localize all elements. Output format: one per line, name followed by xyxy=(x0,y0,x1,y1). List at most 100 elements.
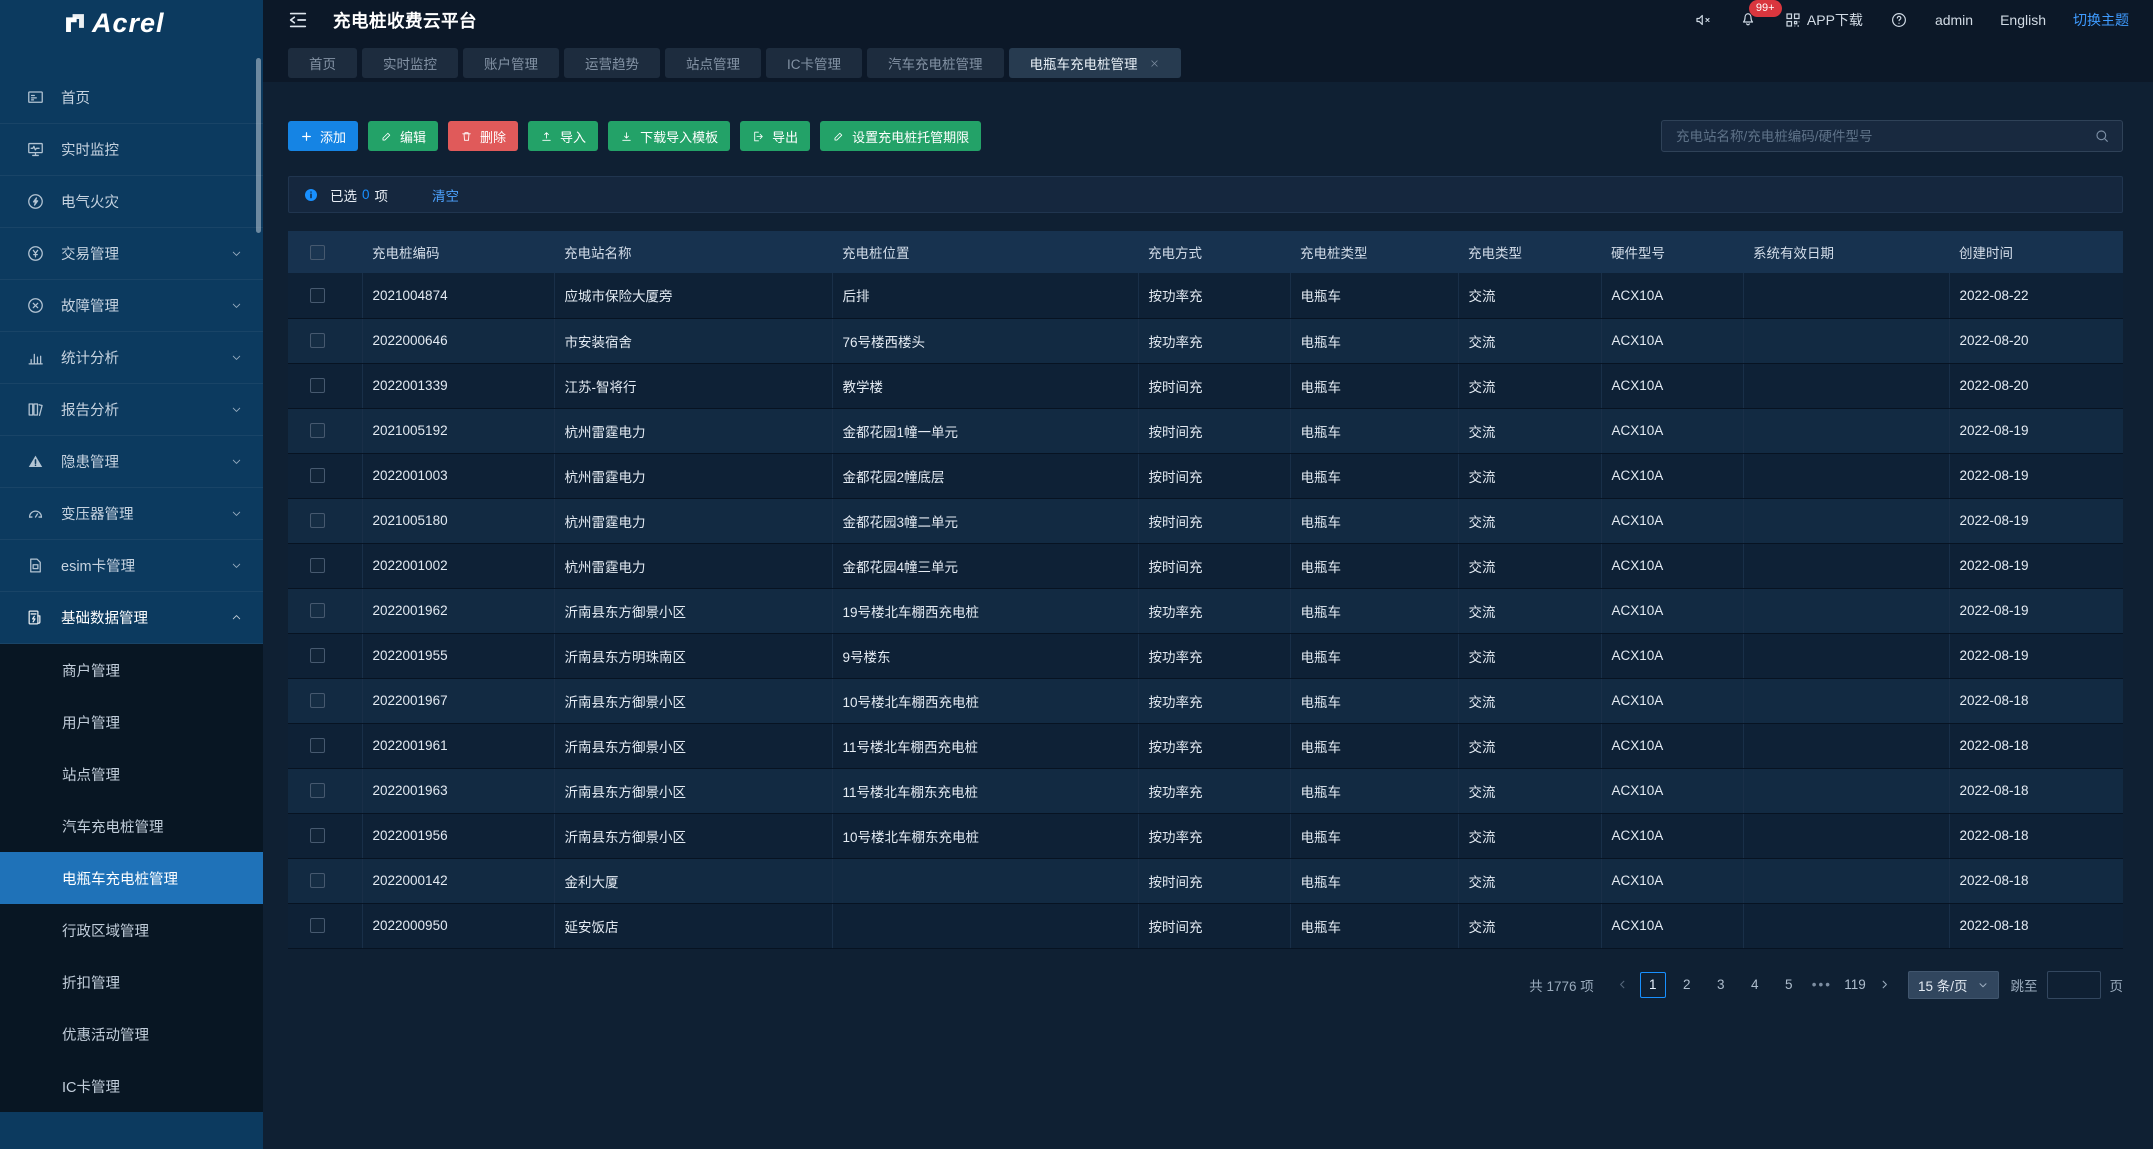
sidebar-item[interactable]: 交易管理 xyxy=(0,228,263,280)
button-label: 添加 xyxy=(320,127,346,146)
sidebar-subitem-label: 优惠活动管理 xyxy=(62,1024,149,1045)
delete-button[interactable]: 删除 xyxy=(448,121,518,151)
sidebar-item-label: 隐患管理 xyxy=(61,451,119,472)
table-cell: 2022001003 xyxy=(362,453,554,498)
tab[interactable]: 首页 xyxy=(288,48,357,78)
select-all-checkbox[interactable] xyxy=(310,245,325,260)
chevron-down-icon xyxy=(1977,979,1989,991)
tab[interactable]: IC卡管理 xyxy=(766,48,862,78)
language-switch[interactable]: English xyxy=(2000,12,2046,28)
sidebar-subitem[interactable]: 优惠活动管理 xyxy=(0,1008,263,1060)
app-download-link[interactable]: APP下载 xyxy=(1784,10,1863,30)
sidebar-item[interactable]: esim卡管理 xyxy=(0,540,263,592)
tab-label: 实时监控 xyxy=(383,53,437,73)
sidebar-item[interactable]: 统计分析 xyxy=(0,332,263,384)
row-checkbox[interactable] xyxy=(310,468,325,483)
page-number-1[interactable]: 1 xyxy=(1640,972,1666,998)
export-button[interactable]: 导出 xyxy=(740,121,810,151)
page-number-119[interactable]: 119 xyxy=(1842,972,1868,998)
page-number-2[interactable]: 2 xyxy=(1674,972,1700,998)
row-checkbox[interactable] xyxy=(310,693,325,708)
row-checkbox[interactable] xyxy=(310,873,325,888)
page-number-3[interactable]: 3 xyxy=(1708,972,1734,998)
sidebar-subitem-label: 站点管理 xyxy=(62,764,120,785)
table-cell: 2022-08-19 xyxy=(1949,633,2123,678)
sidebar-scrollbar[interactable] xyxy=(256,58,261,233)
sidebar-item[interactable]: 首页 xyxy=(0,72,263,124)
jump-page-input[interactable] xyxy=(2047,971,2101,999)
menu-fold-icon[interactable] xyxy=(287,9,309,31)
row-checkbox[interactable] xyxy=(310,603,325,618)
table-cell: 2022001339 xyxy=(362,363,554,408)
sidebar-subitem[interactable]: IC卡管理 xyxy=(0,1060,263,1112)
sidebar-item[interactable]: 电气火灾 xyxy=(0,176,263,228)
table-cell: 电瓶车 xyxy=(1290,408,1458,453)
add-button[interactable]: 添加 xyxy=(288,121,358,151)
row-checkbox[interactable] xyxy=(310,783,325,798)
sidebar-item[interactable]: 隐患管理 xyxy=(0,436,263,488)
speaker-mute-icon[interactable] xyxy=(1694,11,1712,29)
table-cell: 按功率充 xyxy=(1138,813,1290,858)
download-template-button[interactable]: 下载导入模板 xyxy=(608,121,730,151)
pagination-ellipsis[interactable]: ••• xyxy=(1812,977,1832,992)
table-cell: 按功率充 xyxy=(1138,318,1290,363)
page-number-5[interactable]: 5 xyxy=(1776,972,1802,998)
row-checkbox[interactable] xyxy=(310,288,325,303)
search-icon[interactable] xyxy=(2094,128,2110,144)
tab[interactable]: 运营趋势 xyxy=(564,48,660,78)
acrel-logo-icon xyxy=(62,10,88,36)
trash-icon xyxy=(460,130,473,143)
row-checkbox[interactable] xyxy=(310,423,325,438)
tab[interactable]: 站点管理 xyxy=(665,48,761,78)
row-checkbox[interactable] xyxy=(310,558,325,573)
close-icon[interactable] xyxy=(1149,58,1160,69)
column-header: 充电桩编码 xyxy=(362,231,554,273)
sidebar-item[interactable]: 故障管理 xyxy=(0,280,263,332)
sidebar-subitem[interactable]: 站点管理 xyxy=(0,748,263,800)
tab[interactable]: 汽车充电桩管理 xyxy=(867,48,1004,78)
row-checkbox[interactable] xyxy=(310,333,325,348)
table-row: 2022001962沂南县东方御景小区19号楼北车棚西充电桩按功率充电瓶车交流A… xyxy=(288,588,2123,633)
notification-bell[interactable]: 99+ xyxy=(1739,10,1757,31)
sidebar-item-label: 实时监控 xyxy=(61,139,119,160)
sidebar-subitem[interactable]: 用户管理 xyxy=(0,696,263,748)
table-cell: 教学楼 xyxy=(832,363,1138,408)
prev-page-button[interactable] xyxy=(1610,972,1636,998)
edit-button[interactable]: 编辑 xyxy=(368,121,438,151)
toolbar: 添加 编辑删除导入下载导入模板导出设置充电桩托管期限 xyxy=(288,120,2123,152)
row-checkbox[interactable] xyxy=(310,513,325,528)
clear-selection-link[interactable]: 清空 xyxy=(432,185,459,205)
sidebar-subitem[interactable]: 折扣管理 xyxy=(0,956,263,1008)
sidebar-subitem-label: IC卡管理 xyxy=(62,1076,120,1097)
electrical-fire-icon xyxy=(26,192,45,211)
import-button[interactable]: 导入 xyxy=(528,121,598,151)
column-header: 充电桩位置 xyxy=(832,231,1138,273)
tab[interactable]: 账户管理 xyxy=(463,48,559,78)
page-size-select[interactable]: 15 条/页 xyxy=(1908,971,1999,999)
row-checkbox[interactable] xyxy=(310,378,325,393)
tab[interactable]: 实时监控 xyxy=(362,48,458,78)
user-menu[interactable]: admin xyxy=(1935,12,1973,28)
table-cell: 2022001962 xyxy=(362,588,554,633)
sidebar-subitem[interactable]: 电瓶车充电桩管理 xyxy=(0,852,263,904)
theme-switch-link[interactable]: 切换主题 xyxy=(2073,10,2129,30)
sidebar-item[interactable]: 报告分析 xyxy=(0,384,263,436)
page-number-4[interactable]: 4 xyxy=(1742,972,1768,998)
sidebar-subitem[interactable]: 行政区域管理 xyxy=(0,904,263,956)
row-checkbox[interactable] xyxy=(310,828,325,843)
sidebar-item[interactable]: 基础数据管理 xyxy=(0,592,263,644)
sidebar-item[interactable]: 实时监控 xyxy=(0,124,263,176)
row-checkbox[interactable] xyxy=(310,648,325,663)
row-checkbox[interactable] xyxy=(310,738,325,753)
search-input[interactable] xyxy=(1674,128,2094,145)
pagination: 共 1776 项 12345•••119 15 条/页 xyxy=(288,971,2123,999)
set-trusteeship-period-button[interactable]: 设置充电桩托管期限 xyxy=(820,121,981,151)
help-icon[interactable] xyxy=(1890,11,1908,29)
sidebar-subitem[interactable]: 汽车充电桩管理 xyxy=(0,800,263,852)
table-cell: 交流 xyxy=(1458,408,1601,453)
next-page-button[interactable] xyxy=(1872,972,1898,998)
sidebar-item[interactable]: 变压器管理 xyxy=(0,488,263,540)
tab[interactable]: 电瓶车充电桩管理 xyxy=(1009,48,1181,78)
sidebar-subitem[interactable]: 商户管理 xyxy=(0,644,263,696)
row-checkbox[interactable] xyxy=(310,918,325,933)
